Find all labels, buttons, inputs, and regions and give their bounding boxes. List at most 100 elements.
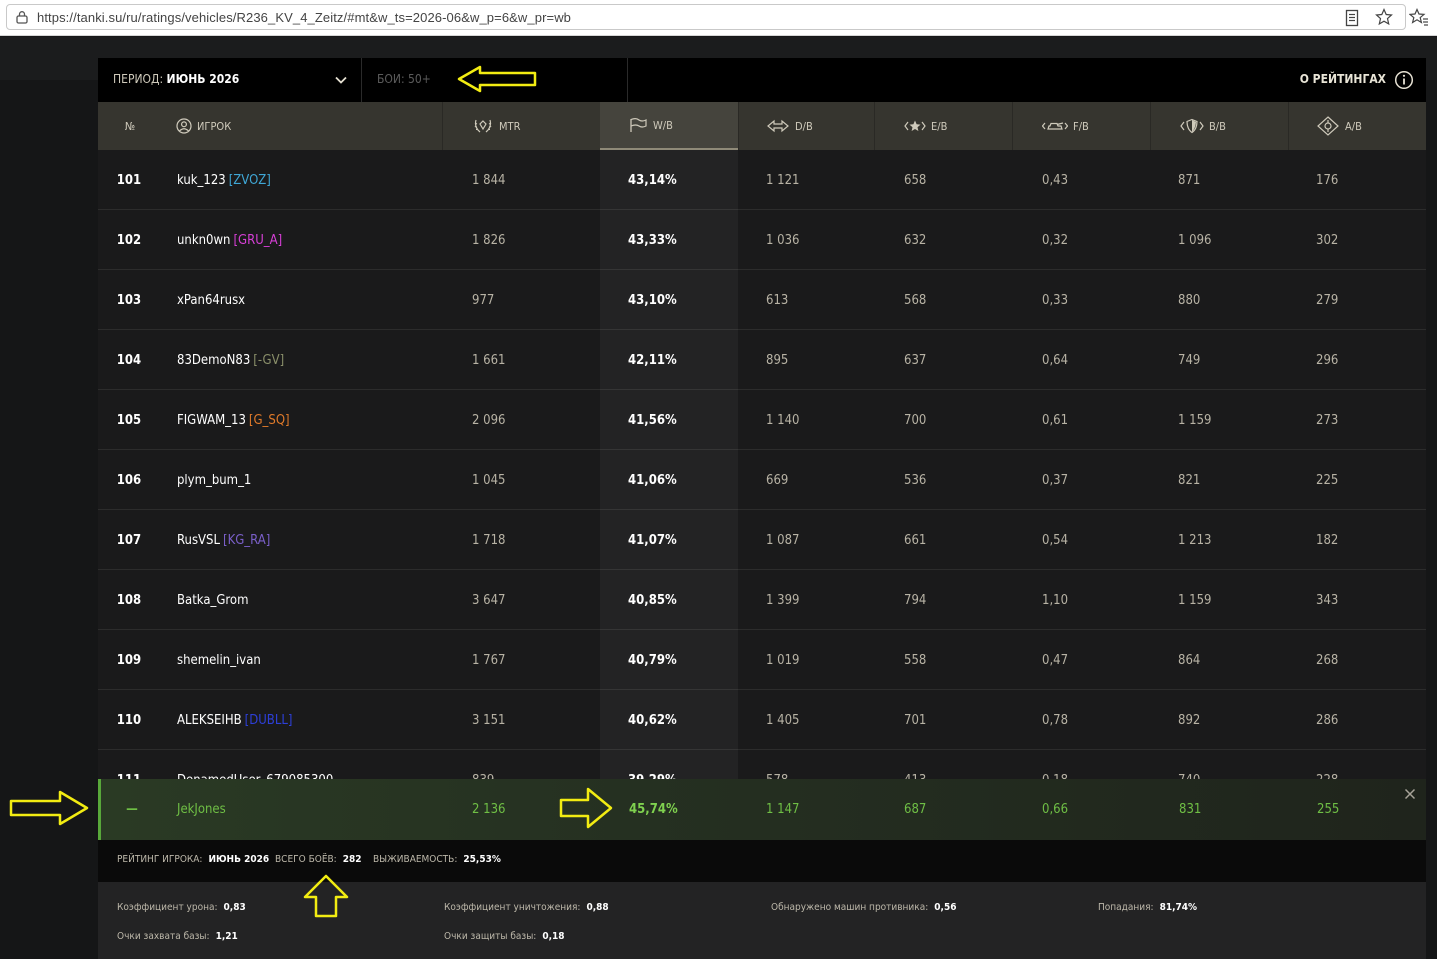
rank-cell: — — [126, 801, 138, 817]
url-text[interactable]: https://tanki.su/ru/ratings/vehicles/R23… — [37, 10, 571, 25]
player-name-cell[interactable]: shemelin_ivan — [177, 630, 261, 690]
player-name-cell[interactable]: JekJones — [177, 779, 226, 839]
star-icon — [904, 120, 926, 131]
column-header-player[interactable]: ИГРОК — [176, 102, 442, 150]
fb-cell: 0,61 — [1042, 412, 1069, 428]
table-row[interactable]: 105 2 096 41,56% 1 140 700 0,61 1 159 273 FIGWAM… — [98, 390, 1426, 450]
clan-tag[interactable]: [DUBLL] — [245, 713, 293, 728]
table-row[interactable]: 11183939,29%5784130,18740228DenamedUser_… — [98, 750, 1426, 779]
player-name[interactable]: Batka_Grom — [177, 593, 248, 608]
bookmark-star-icon[interactable] — [1375, 8, 1393, 26]
favorites-icon[interactable] — [1409, 8, 1429, 26]
player-name[interactable]: plym_bum_1 — [177, 473, 251, 488]
db-cell: 1 140 — [766, 412, 800, 428]
table-row[interactable]: 101 1 844 43,14% 1 121 658 0,43 871 176 kuk_123[… — [98, 150, 1426, 210]
eb-cell: 568 — [904, 292, 927, 308]
table-row[interactable]: 106 1 045 41,06% 669 536 0,37 821 225 plym_bum_1 — [98, 450, 1426, 510]
db-cell: 613 — [766, 292, 789, 308]
bb-cell: 880 — [1178, 292, 1201, 308]
chevron-down-icon[interactable] — [334, 73, 348, 87]
db-cell: 1 147 — [766, 801, 800, 817]
bb-cell: 740 — [1178, 750, 1200, 780]
shield-icon — [1180, 118, 1204, 134]
bb-cell: 864 — [1178, 652, 1201, 668]
bb-cell: 892 — [1178, 712, 1201, 728]
ab-cell: 286 — [1316, 712, 1339, 728]
mtr-cell: 1 767 — [472, 652, 506, 668]
player-details-panel: Коэффициент урона: 0,83 Коэффициент уничт… — [98, 882, 1426, 959]
column-header-bb[interactable]: B/B — [1180, 102, 1288, 150]
table-row[interactable]: 104 1 661 42,11% 895 637 0,64 749 296 83DemoN83[… — [98, 330, 1426, 390]
eb-cell: 687 — [904, 801, 927, 817]
player-name-cell[interactable]: ALEKSEIHB [DUBLL] — [177, 690, 292, 750]
hit-ratio: Попадания: 81,74% — [1098, 902, 1198, 913]
mtr-cell: 3 647 — [472, 592, 506, 608]
table-row[interactable]: 110 3 151 40,62% 1 405 701 0,78 892 286 ALEKSEIH… — [98, 690, 1426, 750]
rank-cell: 102 — [116, 232, 142, 248]
table-row[interactable]: 107 1 718 41,07% 1 087 661 0,54 1 213 182 RusVSL… — [98, 510, 1426, 570]
wb-column-highlight — [600, 150, 738, 840]
player-name[interactable]: ALEKSEIHB — [177, 713, 242, 728]
db-cell: 1 399 — [766, 592, 800, 608]
player-name-cell[interactable]: 83DemoN83 [-GV] — [177, 330, 284, 390]
table-row[interactable]: 109 1 767 40,79% 1 019 558 0,47 864 268 shemelin… — [98, 630, 1426, 690]
clan-tag[interactable]: [KG_RA] — [223, 533, 270, 548]
clan-tag[interactable]: [ZVOZ] — [229, 173, 271, 188]
eb-cell: 700 — [904, 412, 927, 428]
bb-cell: 871 — [1178, 172, 1201, 188]
mtr-cell: 1 661 — [472, 352, 506, 368]
clan-tag[interactable]: [G_SQ] — [249, 413, 290, 428]
rank-cell: 107 — [116, 532, 142, 548]
column-header-mtr[interactable]: MTR — [472, 102, 600, 150]
table-row[interactable]: 102 1 826 43,33% 1 036 632 0,32 1 096 302 unkn0w… — [98, 210, 1426, 270]
player-name[interactable]: FIGWAM_13 — [177, 413, 246, 428]
eb-cell: 701 — [904, 712, 927, 728]
db-cell: 1 121 — [766, 172, 800, 188]
column-header-eb[interactable]: E/B — [904, 102, 1012, 150]
db-cell: 895 — [766, 352, 789, 368]
player-name[interactable]: kuk_123 — [177, 173, 226, 188]
current-player-row[interactable]: — JekJones 2 136 45,74% 1 147 687 0,66 8… — [98, 779, 1426, 840]
db-cell: 1 036 — [766, 232, 800, 248]
player-name-cell[interactable]: kuk_123 [ZVOZ] — [177, 150, 271, 210]
player-name[interactable]: unkn0wn — [177, 233, 230, 248]
mtr-cell: 1 045 — [472, 472, 506, 488]
browser-toolbar: https://tanki.su/ru/ratings/vehicles/R23… — [0, 0, 1437, 36]
clan-tag[interactable]: [GRU_A] — [233, 233, 282, 248]
db-cell: 578 — [766, 750, 788, 780]
rank-cell: 108 — [116, 592, 142, 608]
table-row[interactable]: 108 3 647 40,85% 1 399 794 1,10 1 159 343 Batka_… — [98, 570, 1426, 630]
bb-cell: 1 159 — [1178, 592, 1212, 608]
about-ratings-link[interactable]: О РЕЙТИНГАХ — [1300, 72, 1386, 86]
laurel-icon — [474, 119, 492, 133]
column-header-db[interactable]: D/B — [766, 102, 874, 150]
player-name-cell[interactable]: RusVSL [KG_RA] — [177, 510, 270, 570]
fb-cell: 0,64 — [1042, 352, 1069, 368]
fb-cell: 0,37 — [1042, 472, 1069, 488]
column-header-ab[interactable]: A/B — [1316, 102, 1426, 150]
player-name[interactable]: RusVSL — [177, 533, 220, 548]
player-name-cell[interactable]: Batka_Grom — [177, 570, 248, 630]
table-row[interactable]: 103 977 43,10% 613 568 0,33 880 279 xPan64rusx — [98, 270, 1426, 330]
info-icon[interactable] — [1394, 70, 1414, 90]
player-name-cell[interactable]: FIGWAM_13 [G_SQ] — [177, 390, 290, 450]
player-name-cell[interactable]: plym_bum_1 — [177, 450, 251, 510]
player-name[interactable]: shemelin_ivan — [177, 653, 261, 668]
player-name-cell[interactable]: unkn0wn [GRU_A] — [177, 210, 282, 270]
fb-cell: 0,43 — [1042, 172, 1069, 188]
close-icon[interactable] — [1404, 788, 1416, 800]
player-name-cell[interactable]: xPan64rusx — [177, 270, 245, 330]
reader-mode-icon[interactable] — [1345, 9, 1361, 27]
player-name-cell[interactable]: DenamedUser_679085300 — [177, 750, 333, 780]
player-name[interactable]: 83DemoN83 — [177, 353, 250, 368]
address-bar[interactable]: https://tanki.su/ru/ratings/vehicles/R23… — [6, 4, 1406, 30]
bb-cell: 831 — [1179, 801, 1202, 817]
rank-cell: 101 — [116, 172, 142, 188]
column-header-fb[interactable]: F/B — [1042, 102, 1150, 150]
period-dropdown[interactable]: ПЕРИОД: ИЮНЬ 2026 — [98, 58, 362, 102]
column-header-wb[interactable]: W/B — [600, 102, 738, 150]
player-name[interactable]: xPan64rusx — [177, 293, 245, 308]
clan-tag[interactable]: [-GV] — [253, 353, 284, 368]
ab-cell: 268 — [1316, 652, 1339, 668]
column-header-rank[interactable]: № — [98, 102, 162, 150]
